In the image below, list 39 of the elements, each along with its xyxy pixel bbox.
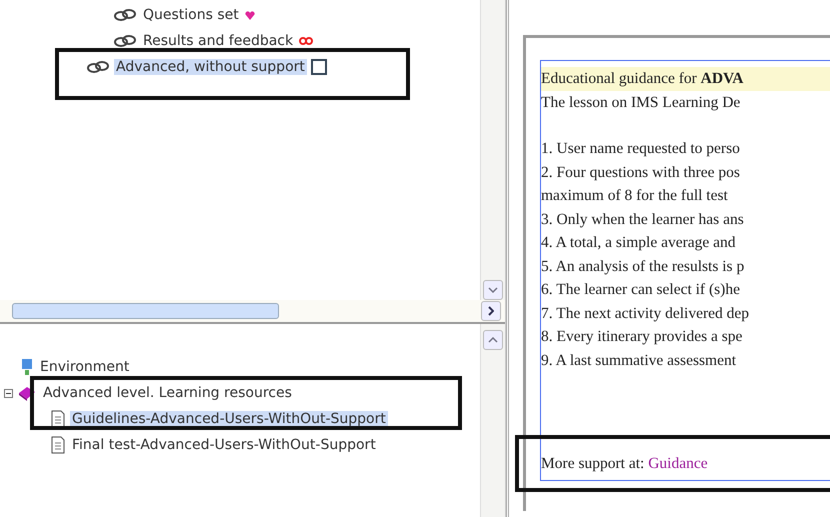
list-line: 2. Four questions with three pos xyxy=(541,162,741,182)
scroll-down-button[interactable] xyxy=(483,280,503,300)
checkbox[interactable] xyxy=(310,59,327,75)
list-line: 4. A total, a simple average and xyxy=(541,233,737,253)
chevron-right-icon xyxy=(488,306,494,316)
heart-icon xyxy=(244,10,255,20)
scroll-up-button[interactable] xyxy=(483,330,503,350)
tree-item[interactable]: Guidelines-Advanced-Users-WithOut-Support xyxy=(70,411,388,427)
chevron-down-icon xyxy=(488,287,498,293)
list-line: 6. The learner can select if (s)he xyxy=(541,280,741,300)
document-icon xyxy=(50,436,66,454)
tree-item[interactable]: Advanced level. Learning resources xyxy=(41,385,294,401)
tree-item[interactable]: Environment xyxy=(38,359,132,375)
chain-link-icon xyxy=(113,34,137,48)
scroll-right-button[interactable] xyxy=(481,301,501,321)
scrollbar-thumb[interactable] xyxy=(12,303,279,319)
chevron-up-icon xyxy=(488,337,498,343)
list-line: 9. A last summative assessment xyxy=(541,350,738,370)
loop-icon xyxy=(299,37,314,45)
tree-item[interactable]: Results and feedback xyxy=(141,33,296,49)
footer-text: More support at: xyxy=(541,455,644,472)
collapse-toggle[interactable] xyxy=(4,388,13,398)
paragraph: The lesson on IMS Learning De xyxy=(541,92,742,112)
list-line: 8. Every itinerary provides a spe xyxy=(541,327,744,347)
list-line: 7. The next activity delivered dep xyxy=(541,304,750,324)
tree-item[interactable]: Advanced, without support xyxy=(114,59,307,75)
chain-link-icon xyxy=(86,60,110,74)
tree-item[interactable]: Final test-Advanced-Users-WithOut-Support xyxy=(70,437,378,453)
tree-item[interactable]: Questions set xyxy=(141,7,241,23)
document-icon xyxy=(50,410,66,428)
list-line: 3. Only when the learner has ans xyxy=(541,210,745,230)
list-line: maximum of 8 for the full test xyxy=(541,186,729,206)
chain-link-icon xyxy=(113,8,137,22)
book-icon xyxy=(17,384,37,402)
computer-icon xyxy=(20,358,34,376)
list-line: 1. User name requested to perso xyxy=(541,139,741,159)
document-heading: Educational guidance for ADVA xyxy=(541,67,830,90)
list-line: 5. An analysis of the resulsts is p xyxy=(541,256,746,276)
guidance-link[interactable]: Guidance xyxy=(648,455,708,472)
